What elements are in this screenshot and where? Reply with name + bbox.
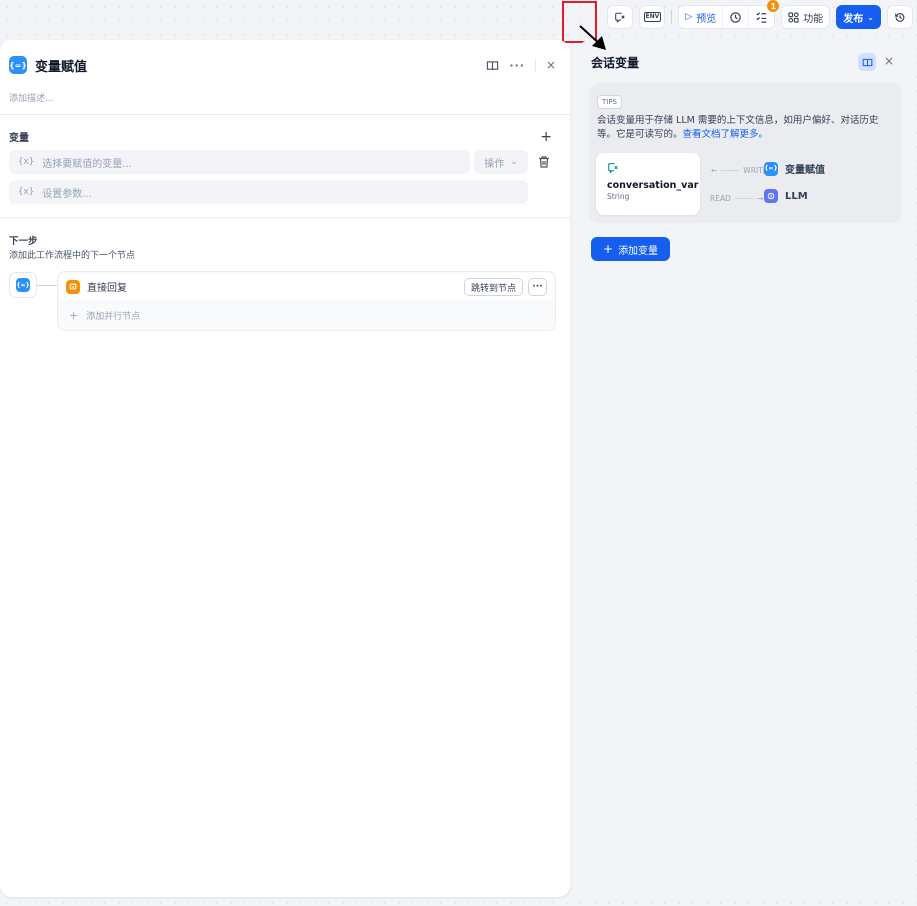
flow-connector <box>37 285 58 286</box>
read-target-label: LLM <box>785 190 808 202</box>
example-variable-name: conversation_var <box>607 180 699 191</box>
pointer-arrow-icon <box>579 25 606 50</box>
next-node-row[interactable]: 直接回复 跳转到节点 ··· <box>59 273 554 300</box>
version-history-button[interactable] <box>887 5 913 29</box>
jump-to-node-button[interactable]: 跳转到节点 <box>463 278 523 296</box>
arrow-left-icon: ← <box>711 166 718 175</box>
checklist-button[interactable]: 1 <box>748 0 780 28</box>
env-icon: ENV <box>643 12 662 22</box>
publish-button[interactable]: 发布 ⌄ <box>836 5 881 29</box>
run-history-button[interactable] <box>722 6 748 28</box>
variable-selector[interactable]: {x} 选择要赋值的变量... <box>9 150 470 174</box>
next-step-description: 添加此工作流程中的下一个节点 <box>9 251 136 261</box>
run-group: ▷ 预览 1 <box>678 0 780 29</box>
features-button[interactable]: 功能 <box>781 5 831 29</box>
variable-assigner-icon: {=} <box>9 56 27 74</box>
variable-selector-placeholder: 选择要赋值的变量... <box>42 158 132 170</box>
variable-assigner-icon: {=} <box>16 278 30 292</box>
write-target: {=} 变量赋值 <box>764 161 825 176</box>
next-node-name: 直接回复 <box>87 283 127 294</box>
arrow-right-icon: → <box>756 194 764 203</box>
add-variable-button[interactable]: + 添加变量 <box>591 237 671 261</box>
close-icon[interactable]: × <box>546 58 556 72</box>
tips-card: TIPS 会话变量用于存储 LLM 需要的上下文信息，如用户偏好、对话历史等。它… <box>589 83 902 223</box>
restore-icon <box>895 12 905 22</box>
write-target-label: 变量赋值 <box>785 165 825 176</box>
llm-icon <box>764 189 778 203</box>
conversation-variables-panel: 会话变量 × TIPS 会话变量用于存储 LLM 需要的上下文信息，如用户偏好、… <box>578 40 912 897</box>
add-parallel-node-button[interactable]: + 添加并行节点 <box>69 309 140 322</box>
more-icon: ··· <box>532 282 543 292</box>
divider <box>0 217 570 219</box>
plus-icon: + <box>69 309 79 322</box>
top-toolbar: ENV ▷ 预览 1 功能 发布 ⌄ <box>607 0 913 30</box>
read-label: READ <box>710 194 731 203</box>
conversation-variable-icon <box>615 12 626 23</box>
example-variable-type: String <box>607 192 630 201</box>
plus-icon: + <box>603 242 614 256</box>
chevron-down-icon: ⌄ <box>510 157 518 167</box>
param-brace-icon: {x} <box>18 187 35 197</box>
chevron-down-icon: ⌄ <box>867 12 874 22</box>
param-placeholder: 设置参数... <box>42 188 92 200</box>
operation-select[interactable]: 操作 ⌄ <box>474 150 528 174</box>
write-arrow: ← WRITE <box>711 166 767 175</box>
history-icon <box>730 11 742 23</box>
toolbar-separator <box>671 10 673 24</box>
features-label: 功能 <box>803 13 824 25</box>
variable-assigner-icon: {=} <box>764 161 778 176</box>
add-variable-plus-icon[interactable]: + <box>540 129 552 145</box>
book-open-icon <box>862 58 872 67</box>
description-input[interactable]: 添加描述... <box>9 91 54 104</box>
read-arrow: READ → <box>710 194 763 203</box>
more-icon[interactable]: ··· <box>509 59 525 72</box>
header-actions: ··· × <box>486 58 556 72</box>
env-button[interactable]: ENV <box>639 5 666 29</box>
answer-node-icon <box>66 279 80 294</box>
divider <box>0 114 570 115</box>
conversation-variable-icon <box>608 163 618 174</box>
operation-placeholder: 操作 <box>484 158 505 170</box>
variables-section-label: 变量 <box>9 133 29 144</box>
node-more-button[interactable]: ··· <box>528 278 547 296</box>
variable-brace-icon: {x} <box>18 157 35 167</box>
add-variable-label: 添加变量 <box>618 245 659 257</box>
close-icon[interactable]: × <box>884 54 894 68</box>
docs-link[interactable]: 查看文档了解更多。 <box>683 129 769 140</box>
next-nodes-container: 直接回复 跳转到节点 ··· + 添加并行节点 <box>57 271 556 331</box>
preview-button[interactable]: ▷ 预览 <box>679 6 722 28</box>
read-target: LLM <box>764 189 808 203</box>
example-variable-card: conversation_var String <box>596 153 700 215</box>
trash-icon[interactable] <box>537 155 551 169</box>
header-separator <box>534 59 536 71</box>
play-icon: ▷ <box>685 12 693 22</box>
publish-label: 发布 <box>843 13 864 25</box>
tips-text: 会话变量用于存储 LLM 需要的上下文信息，如用户偏好、对话历史等。它是可读写的… <box>597 114 895 142</box>
docs-button[interactable] <box>858 53 876 71</box>
book-open-icon[interactable] <box>486 59 499 72</box>
param-input[interactable]: {x} 设置参数... <box>9 180 528 204</box>
node-title[interactable]: 变量赋值 <box>35 56 87 75</box>
tips-tag: TIPS <box>597 95 623 109</box>
next-step-label: 下一步 <box>9 236 38 247</box>
checklist-icon <box>756 11 767 23</box>
node-header: {=} 变量赋值 ··· × <box>9 55 556 75</box>
node-config-panel: {=} 变量赋值 ··· × 添加描述... 变量 + {x} 选择要赋值的变量… <box>0 40 570 897</box>
add-parallel-label: 添加并行节点 <box>86 312 141 322</box>
checklist-badge: 1 <box>767 0 780 12</box>
current-node-block: {=} <box>9 272 37 298</box>
preview-label: 预览 <box>696 13 717 25</box>
features-icon <box>788 11 799 23</box>
